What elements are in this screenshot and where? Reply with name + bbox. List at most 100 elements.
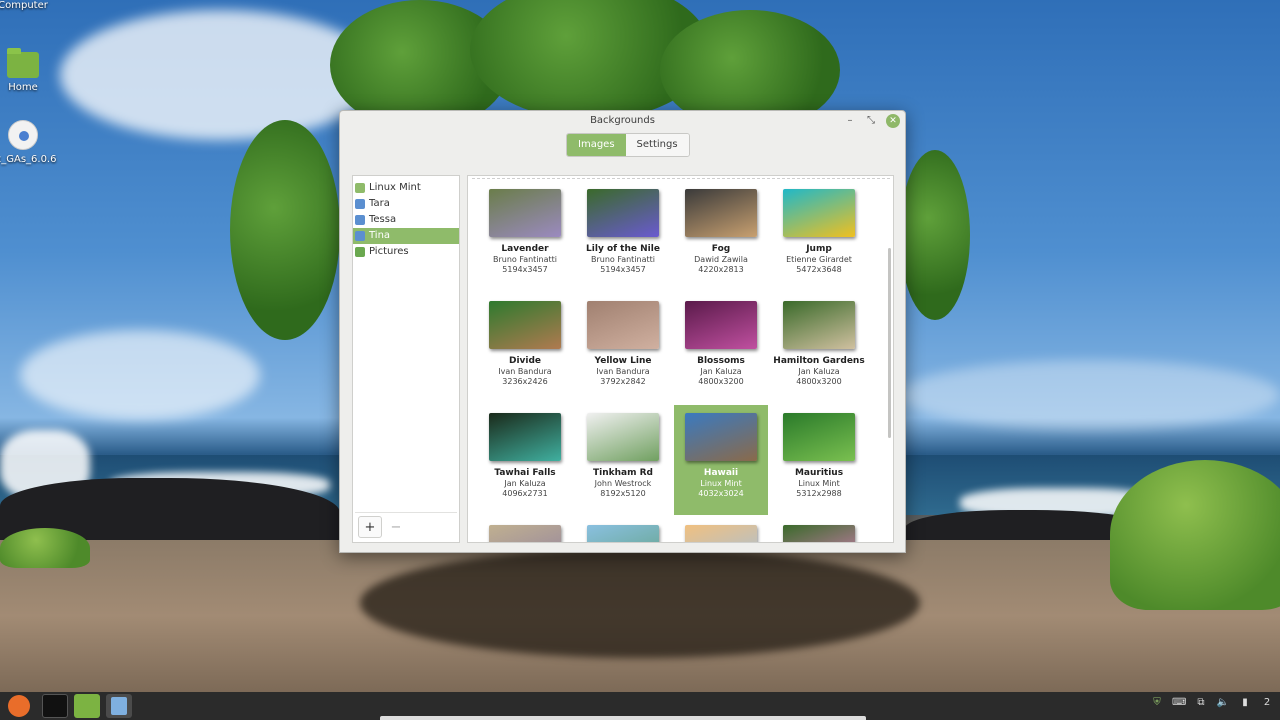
wallpaper-size: 8192x5120 xyxy=(600,489,646,498)
terminal-icon[interactable] xyxy=(42,694,68,718)
wallpaper-author: Linux Mint xyxy=(798,479,840,488)
mint-folder-icon xyxy=(355,183,365,193)
close-button[interactable]: ✕ xyxy=(886,114,900,128)
desktop-icon-disc[interactable]: ox_GAs_6.0.6 xyxy=(0,120,58,165)
wallpaper-tile[interactable]: Fog Dawid Zawila 4220x2813 xyxy=(674,181,768,291)
wallpaper-size: 4032x3024 xyxy=(698,489,744,498)
window-title: Backgrounds xyxy=(590,115,655,126)
titlebar[interactable]: Backgrounds – ⤡ ✕ xyxy=(340,111,905,131)
wallpaper-size: 5472x3648 xyxy=(796,265,842,274)
wallpaper-name: Jump xyxy=(806,244,832,254)
sidebar-item-linux-mint[interactable]: Linux Mint xyxy=(353,180,459,196)
sidebar-item-label: Pictures xyxy=(369,246,409,257)
tooltip-edge xyxy=(380,716,866,720)
wallpaper-thumbnail xyxy=(783,301,855,349)
sidebar-item-tara[interactable]: Tara xyxy=(353,196,459,212)
files-icon[interactable] xyxy=(74,694,100,718)
wallpaper-author: Jan Kaluza xyxy=(504,479,546,488)
wallpaper-tile[interactable] xyxy=(772,517,866,542)
wallpaper-thumbnail xyxy=(587,301,659,349)
sidebar-buttons: + − xyxy=(355,512,457,540)
maximize-button[interactable]: ⤡ xyxy=(864,114,878,128)
image-folder-icon xyxy=(355,199,365,209)
wallpaper-thumbnail xyxy=(685,189,757,237)
wallpaper-tile[interactable] xyxy=(478,517,572,542)
wallpaper-name: Lily of the Nile xyxy=(586,244,660,254)
remove-folder-button[interactable]: − xyxy=(384,516,408,538)
wallpaper-tile[interactable] xyxy=(576,517,670,542)
wallpaper-tile[interactable]: Hamilton Gardens Jan Kaluza 4800x3200 xyxy=(772,293,866,403)
wallpaper-thumbnail xyxy=(685,413,757,461)
folder-icon xyxy=(7,48,39,78)
desktop-icon-computer[interactable]: Computer xyxy=(0,0,58,11)
wallpaper-tile[interactable]: Tawhai Falls Jan Kaluza 4096x2731 xyxy=(478,405,572,515)
shield-icon[interactable]: ⛨ xyxy=(1150,697,1164,708)
wallpaper-thumbnail xyxy=(685,525,757,542)
keyboard-icon[interactable]: ⌨ xyxy=(1172,697,1186,708)
wallpaper-size: 4800x3200 xyxy=(698,377,744,386)
wallpaper-tile[interactable]: Blossoms Jan Kaluza 4800x3200 xyxy=(674,293,768,403)
wallpaper-size: 4220x2813 xyxy=(698,265,744,274)
wallpaper-author: Dawid Zawila xyxy=(694,255,748,264)
wallpaper-size: 5312x2988 xyxy=(796,489,842,498)
backgrounds-icon[interactable] xyxy=(106,694,132,718)
wallpaper-tile[interactable]: Hawaii Linux Mint 4032x3024 xyxy=(674,405,768,515)
minimize-button[interactable]: – xyxy=(843,114,857,128)
wallpaper-thumbnail xyxy=(489,525,561,542)
wallpaper-thumbnail xyxy=(587,525,659,542)
battery-icon[interactable]: ▮ xyxy=(1238,697,1252,708)
wallpaper-thumbnail xyxy=(489,189,561,237)
disc-icon xyxy=(8,120,38,150)
stack-switcher: Images Settings xyxy=(566,133,690,157)
wallpaper-tile[interactable]: Divide Ivan Bandura 3236x2426 xyxy=(478,293,572,403)
menu-icon[interactable] xyxy=(8,695,30,717)
gallery-scrollbar[interactable] xyxy=(888,248,891,438)
wallpaper-name: Tawhai Falls xyxy=(494,468,556,478)
wallpaper-name: Yellow Line xyxy=(594,356,652,366)
wallpaper-name: Blossoms xyxy=(697,356,745,366)
wallpaper-tile[interactable]: Tinkham Rd John Westrock 8192x5120 xyxy=(576,405,670,515)
wallpaper-tile[interactable]: Mauritius Linux Mint 5312x2988 xyxy=(772,405,866,515)
sidebar-item-label: Tina xyxy=(369,230,391,241)
network-icon[interactable]: ⧉ xyxy=(1194,697,1208,708)
add-folder-button[interactable]: + xyxy=(358,515,382,538)
wallpaper-size: 5194x3457 xyxy=(600,265,646,274)
wallpaper-tile[interactable] xyxy=(674,517,768,542)
wallpaper-thumbnail xyxy=(587,189,659,237)
wallpaper-author: John Westrock xyxy=(594,479,652,488)
folder-sidebar: Linux Mint Tara Tessa Tina Pictures + − xyxy=(352,175,460,543)
wallpaper-tile[interactable]: Lily of the Nile Bruno Fantinatti 5194x345… xyxy=(576,181,670,291)
system-tray: ⛨ ⌨ ⧉ 🔈 ▮ 2 xyxy=(1150,697,1274,708)
sidebar-item-tessa[interactable]: Tessa xyxy=(353,212,459,228)
wallpaper-thumbnail xyxy=(685,301,757,349)
volume-icon[interactable]: 🔈 xyxy=(1216,697,1230,708)
wallpaper-thumbnail xyxy=(489,301,561,349)
sidebar-item-label: Tara xyxy=(369,198,390,209)
tab-settings[interactable]: Settings xyxy=(625,134,689,156)
wallpaper-author: Ivan Bandura xyxy=(498,367,552,376)
wallpaper-author: Bruno Fantinatti xyxy=(590,255,656,264)
wallpaper-tile[interactable]: Yellow Line Ivan Bandura 3792x2842 xyxy=(576,293,670,403)
sidebar-item-pictures[interactable]: Pictures xyxy=(353,244,459,260)
wallpaper-author: Jan Kaluza xyxy=(798,367,840,376)
wallpaper-tile[interactable]: Jump Etienne Girardet 5472x3648 xyxy=(772,181,866,291)
image-gallery: Lavender Bruno Fantinatti 5194x3457 Lily of… xyxy=(467,175,894,543)
wallpaper-author: Ivan Bandura xyxy=(596,367,650,376)
clock[interactable]: 2 xyxy=(1260,697,1274,708)
image-folder-icon xyxy=(355,215,365,225)
wallpaper-author: Bruno Fantinatti xyxy=(492,255,558,264)
sidebar-item-label: Linux Mint xyxy=(369,182,421,193)
tab-images[interactable]: Images xyxy=(567,134,626,156)
wallpaper-size: 4800x3200 xyxy=(796,377,842,386)
wallpaper-tile[interactable]: Lavender Bruno Fantinatti 5194x3457 xyxy=(478,181,572,291)
sidebar-item-tina[interactable]: Tina xyxy=(353,228,459,244)
wallpaper-thumbnail xyxy=(783,413,855,461)
computer-label: Computer xyxy=(0,0,48,11)
wallpaper-name: Divide xyxy=(508,356,542,366)
wallpaper-name: Lavender xyxy=(501,244,549,254)
wallpaper-size: 4096x2731 xyxy=(502,489,548,498)
wallpaper-author: Jan Kaluza xyxy=(700,367,742,376)
desktop-icon-home[interactable]: Home xyxy=(0,48,58,93)
wallpaper-thumbnail xyxy=(489,413,561,461)
pictures-folder-icon xyxy=(355,247,365,257)
